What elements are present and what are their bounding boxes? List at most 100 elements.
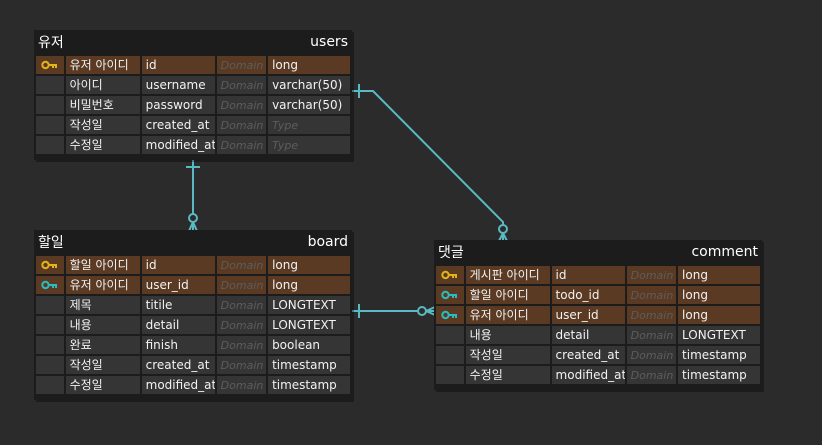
no-key-cell [36, 296, 64, 315]
column-row[interactable]: 유저 아이디 user_id Domain long [36, 276, 350, 296]
column-row[interactable]: 아이디 username Domain varchar(50) [36, 76, 350, 96]
column-domain: Domain [216, 116, 267, 135]
entity-users[interactable]: 유저 users 유저 아이디 id Domain long 아이디 usern… [34, 30, 352, 160]
column-domain: Domain [626, 346, 677, 365]
column-physical: modified_at [141, 136, 215, 155]
column-row[interactable]: 수정일 modified_at Domain timestamp [436, 366, 760, 386]
column-row[interactable]: 할일 아이디 todo_id Domain long [436, 286, 760, 306]
entity-header[interactable]: 댓글 comment [434, 240, 762, 264]
column-row[interactable]: 할일 아이디 id Domain long [36, 256, 350, 276]
relationship-users-comment[interactable] [352, 84, 508, 242]
entity-physical-name: comment [691, 244, 758, 260]
no-key-cell [436, 366, 464, 385]
column-physical: id [141, 56, 215, 75]
no-key-cell [36, 316, 64, 335]
no-key-cell [36, 376, 64, 395]
column-physical: modified_at [551, 366, 625, 385]
column-logical: 게시판 아이디 [465, 266, 550, 285]
column-domain: Domain [626, 286, 677, 305]
relationship-users-board[interactable] [186, 160, 200, 232]
column-type-placeholder: Type [268, 136, 350, 155]
column-domain: Domain [216, 96, 267, 115]
column-row[interactable]: 내용 detail Domain LONGTEXT [436, 326, 760, 346]
column-logical: 할일 아이디 [465, 286, 550, 305]
column-domain: Domain [626, 266, 677, 285]
column-row[interactable]: 작성일 created_at Domain timestamp [36, 356, 350, 376]
no-key-cell [36, 96, 64, 115]
column-domain: Domain [216, 56, 267, 75]
column-logical: 완료 [65, 336, 140, 355]
foreign-key-icon [436, 286, 464, 305]
column-type: long [678, 306, 760, 325]
column-type: LONGTEXT [268, 316, 350, 335]
entity-physical-name: users [310, 34, 348, 50]
column-domain: Domain [216, 256, 267, 275]
entity-comment[interactable]: 댓글 comment 게시판 아이디 id Domain long 할일 아이디… [434, 240, 762, 390]
column-type-placeholder: Type [268, 116, 350, 135]
entity-logical-name: 할일 [38, 235, 64, 251]
column-physical: created_at [141, 356, 215, 375]
no-key-cell [436, 326, 464, 345]
column-physical: detail [141, 316, 215, 335]
entity-physical-name: board [307, 234, 348, 250]
column-domain: Domain [216, 316, 267, 335]
column-list: 유저 아이디 id Domain long 아이디 username Domai… [34, 54, 352, 160]
column-type: timestamp [268, 356, 350, 375]
column-logical: 수정일 [65, 376, 140, 395]
column-logical: 수정일 [65, 136, 140, 155]
column-row[interactable]: 내용 detail Domain LONGTEXT [36, 316, 350, 336]
column-domain: Domain [216, 336, 267, 355]
foreign-key-icon [36, 276, 64, 295]
column-row[interactable]: 유저 아이디 user_id Domain long [436, 306, 760, 326]
column-type: timestamp [678, 346, 760, 365]
entity-logical-name: 유저 [38, 35, 64, 51]
primary-key-icon [36, 56, 64, 75]
column-type: long [268, 56, 350, 75]
column-row[interactable]: 제목 titile Domain LONGTEXT [36, 296, 350, 316]
column-row[interactable]: 완료 finish Domain boolean [36, 336, 350, 356]
column-row[interactable]: 게시판 아이디 id Domain long [436, 266, 760, 286]
column-logical: 비밀번호 [65, 96, 140, 115]
column-row[interactable]: 작성일 created_at Domain timestamp [436, 346, 760, 366]
column-row[interactable]: 수정일 modified_at Domain Type [36, 136, 350, 156]
column-logical: 유저 아이디 [65, 276, 140, 295]
column-type: long [678, 286, 760, 305]
entity-header[interactable]: 유저 users [34, 30, 352, 54]
column-physical: user_id [141, 276, 215, 295]
column-type: long [678, 266, 760, 285]
column-row[interactable]: 작성일 created_at Domain Type [36, 116, 350, 136]
column-physical: created_at [551, 346, 625, 365]
no-key-cell [36, 116, 64, 135]
column-physical: username [141, 76, 215, 95]
column-physical: user_id [551, 306, 625, 325]
entity-header[interactable]: 할일 board [34, 230, 352, 254]
column-logical: 제목 [65, 296, 140, 315]
primary-key-icon [36, 256, 64, 275]
column-logical: 작성일 [465, 346, 550, 365]
column-logical: 작성일 [65, 356, 140, 375]
column-physical: created_at [141, 116, 215, 135]
column-row[interactable]: 유저 아이디 id Domain long [36, 56, 350, 76]
column-logical: 유저 아이디 [65, 56, 140, 75]
entity-board[interactable]: 할일 board 할일 아이디 id Domain long 유저 아이디 us… [34, 230, 352, 400]
column-list: 게시판 아이디 id Domain long 할일 아이디 todo_id Do… [434, 264, 762, 390]
column-domain: Domain [216, 356, 267, 375]
column-domain: Domain [216, 136, 267, 155]
column-type: LONGTEXT [268, 296, 350, 315]
column-type: timestamp [678, 366, 760, 385]
foreign-key-icon [436, 306, 464, 325]
column-domain: Domain [626, 306, 677, 325]
column-logical: 할일 아이디 [65, 256, 140, 275]
column-type: varchar(50) [268, 76, 350, 95]
relationship-board-comment[interactable] [352, 304, 436, 318]
column-row[interactable]: 수정일 modified_at Domain timestamp [36, 376, 350, 396]
entity-logical-name: 댓글 [438, 245, 464, 261]
no-key-cell [36, 76, 64, 95]
column-logical: 작성일 [65, 116, 140, 135]
column-row[interactable]: 비밀번호 password Domain varchar(50) [36, 96, 350, 116]
column-physical: id [141, 256, 215, 275]
column-domain: Domain [216, 276, 267, 295]
primary-key-icon [436, 266, 464, 285]
no-key-cell [36, 336, 64, 355]
column-list: 할일 아이디 id Domain long 유저 아이디 user_id Dom… [34, 254, 352, 400]
